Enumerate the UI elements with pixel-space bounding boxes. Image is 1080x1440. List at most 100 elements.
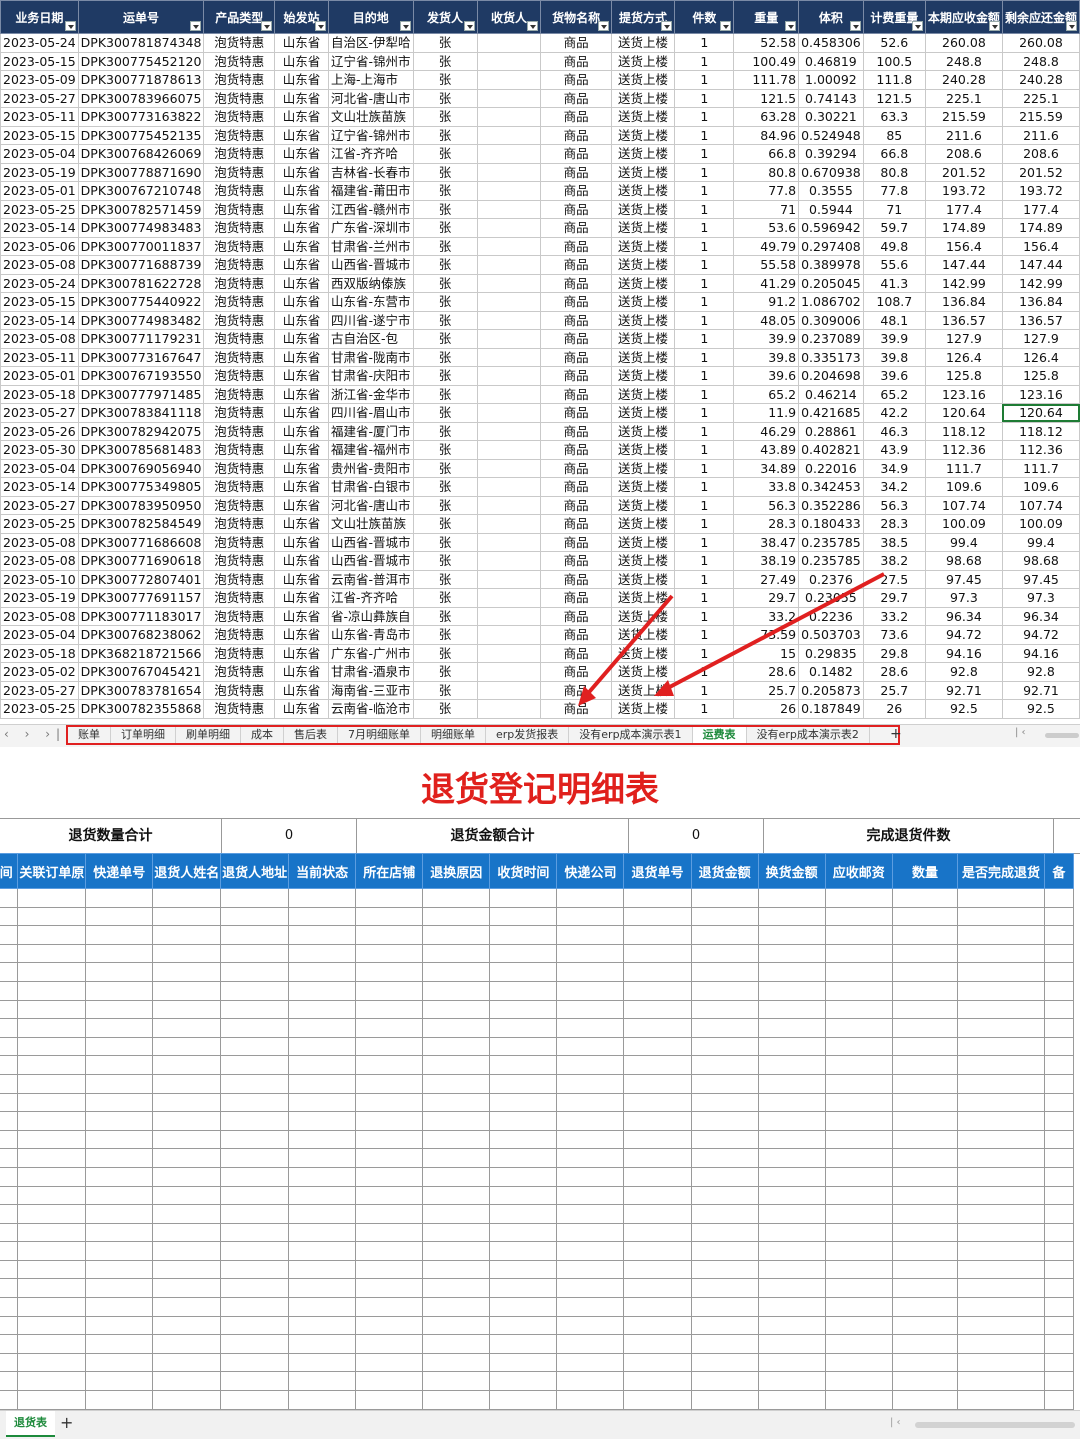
table-cell[interactable]: 吉林省-长春市 bbox=[328, 162, 414, 182]
table-cell[interactable]: 0.524948 bbox=[798, 125, 864, 145]
table-cell[interactable]: 2023-05-27 bbox=[0, 88, 79, 108]
empty-cell[interactable] bbox=[824, 888, 893, 908]
empty-cell[interactable] bbox=[152, 1334, 222, 1354]
table-cell[interactable]: 80.8 bbox=[733, 162, 800, 182]
horizontal-scrollbar-2[interactable] bbox=[915, 1422, 1075, 1428]
empty-cell[interactable] bbox=[17, 962, 87, 982]
empty-cell[interactable] bbox=[489, 1018, 558, 1038]
empty-cell[interactable] bbox=[220, 943, 290, 964]
table-cell[interactable]: 126.4 bbox=[924, 347, 1003, 367]
table-cell[interactable]: 66.8 bbox=[862, 144, 926, 164]
empty-cell[interactable] bbox=[757, 1297, 826, 1317]
table-cell[interactable]: 111.7 bbox=[1001, 458, 1080, 478]
empty-cell[interactable] bbox=[288, 1259, 357, 1280]
table-cell[interactable]: 山东省 bbox=[274, 532, 330, 552]
table-cell[interactable]: 送货上楼 bbox=[610, 643, 676, 663]
table-cell[interactable]: 泡货特惠 bbox=[203, 569, 276, 589]
table-cell[interactable]: 张 bbox=[412, 643, 478, 663]
empty-cell[interactable] bbox=[288, 888, 357, 908]
table-cell[interactable]: 商品 bbox=[540, 255, 612, 275]
table-cell[interactable]: 1 bbox=[674, 588, 735, 608]
empty-cell[interactable] bbox=[489, 1259, 558, 1280]
table-cell[interactable]: DPK300775349805 bbox=[77, 477, 205, 497]
table-cell[interactable]: 张 bbox=[412, 588, 478, 608]
table-cell[interactable]: 38.47 bbox=[733, 532, 800, 552]
table-cell[interactable]: 2023-05-08 bbox=[0, 329, 79, 349]
sheet-tab[interactable]: 成本 bbox=[241, 727, 284, 743]
table-cell[interactable]: 0.297408 bbox=[798, 236, 864, 256]
empty-cell[interactable] bbox=[17, 1055, 87, 1075]
table-cell[interactable]: 送货上楼 bbox=[610, 495, 676, 515]
column-header[interactable]: 运单号 bbox=[77, 0, 205, 34]
empty-cell[interactable] bbox=[0, 1297, 19, 1317]
table-cell[interactable]: 2023-05-15 bbox=[0, 292, 79, 312]
table-cell[interactable]: 2023-05-27 bbox=[0, 680, 79, 700]
empty-cell[interactable] bbox=[85, 888, 154, 908]
empty-cell[interactable] bbox=[957, 1036, 1045, 1057]
empty-cell[interactable] bbox=[957, 1390, 1045, 1410]
empty-cell[interactable] bbox=[1043, 1055, 1075, 1075]
empty-cell[interactable] bbox=[623, 1334, 692, 1354]
empty-cell[interactable] bbox=[220, 1111, 290, 1131]
table-cell[interactable]: 送货上楼 bbox=[610, 514, 676, 534]
table-cell[interactable]: 121.5 bbox=[733, 88, 800, 108]
empty-cell[interactable] bbox=[824, 906, 893, 927]
empty-cell[interactable] bbox=[288, 1222, 357, 1243]
sheet-tab[interactable]: 运费表 bbox=[692, 727, 747, 743]
table-cell[interactable]: 商品 bbox=[540, 199, 612, 219]
table-cell[interactable]: 送货上楼 bbox=[610, 33, 676, 53]
empty-cell[interactable] bbox=[623, 906, 692, 927]
table-cell[interactable]: 125.8 bbox=[924, 366, 1003, 386]
empty-cell[interactable] bbox=[85, 1111, 154, 1131]
empty-cell[interactable] bbox=[824, 1166, 893, 1187]
empty-cell[interactable] bbox=[623, 888, 692, 908]
empty-cell[interactable] bbox=[0, 1111, 19, 1131]
table-cell[interactable]: 商品 bbox=[540, 329, 612, 349]
table-cell[interactable]: 泡货特惠 bbox=[203, 162, 276, 182]
table-cell[interactable]: 1 bbox=[674, 440, 735, 460]
empty-cell[interactable] bbox=[489, 962, 558, 982]
table-cell[interactable]: 泡货特惠 bbox=[203, 292, 276, 312]
empty-cell[interactable] bbox=[422, 1297, 491, 1317]
table-cell[interactable]: 送货上楼 bbox=[610, 218, 676, 238]
table-cell[interactable]: 泡货特惠 bbox=[203, 218, 276, 238]
filter-dropdown-icon[interactable] bbox=[1066, 21, 1077, 31]
empty-cell[interactable] bbox=[355, 1278, 424, 1299]
empty-cell[interactable] bbox=[220, 1204, 290, 1224]
table-cell[interactable]: 1 bbox=[674, 699, 735, 719]
empty-cell[interactable] bbox=[690, 943, 759, 964]
empty-cell[interactable] bbox=[957, 1278, 1045, 1299]
sheet-tab[interactable]: 明细账单 bbox=[421, 727, 486, 743]
empty-cell[interactable] bbox=[824, 1278, 893, 1299]
table-cell[interactable]: 文山壮族苗族 bbox=[328, 107, 414, 127]
table-cell[interactable]: 52.58 bbox=[733, 33, 800, 53]
table-cell[interactable]: 张 bbox=[412, 421, 478, 441]
empty-cell[interactable] bbox=[824, 1371, 893, 1392]
empty-cell[interactable] bbox=[288, 962, 357, 982]
empty-cell[interactable] bbox=[422, 1259, 491, 1280]
table-cell[interactable]: 1 bbox=[674, 33, 735, 53]
column-header[interactable]: 件数 bbox=[674, 0, 735, 34]
empty-cell[interactable] bbox=[556, 1148, 625, 1168]
empty-cell[interactable] bbox=[891, 962, 959, 982]
empty-cell[interactable] bbox=[422, 1111, 491, 1131]
table-cell[interactable]: 山东省 bbox=[274, 329, 330, 349]
table-cell[interactable]: 商品 bbox=[540, 532, 612, 552]
column-header[interactable]: 体积 bbox=[798, 0, 864, 34]
empty-cell[interactable] bbox=[824, 1334, 893, 1354]
empty-cell[interactable] bbox=[17, 1166, 87, 1187]
empty-cell[interactable] bbox=[489, 1334, 558, 1354]
table-cell[interactable]: 泡货特惠 bbox=[203, 107, 276, 127]
empty-cell[interactable] bbox=[0, 1166, 19, 1187]
sheet-nav-arrows-icon[interactable]: ‹ › ›| bbox=[4, 727, 66, 741]
empty-cell[interactable] bbox=[824, 943, 893, 964]
table-cell[interactable]: 147.44 bbox=[924, 255, 1003, 275]
empty-cell[interactable] bbox=[355, 1073, 424, 1094]
empty-cell[interactable] bbox=[0, 1352, 19, 1373]
table-cell[interactable]: 张 bbox=[412, 125, 478, 145]
table-cell[interactable] bbox=[476, 199, 542, 219]
empty-cell[interactable] bbox=[288, 1371, 357, 1392]
table-cell[interactable]: 山东省 bbox=[274, 662, 330, 682]
empty-cell[interactable] bbox=[690, 1055, 759, 1075]
empty-cell[interactable] bbox=[85, 1073, 154, 1094]
